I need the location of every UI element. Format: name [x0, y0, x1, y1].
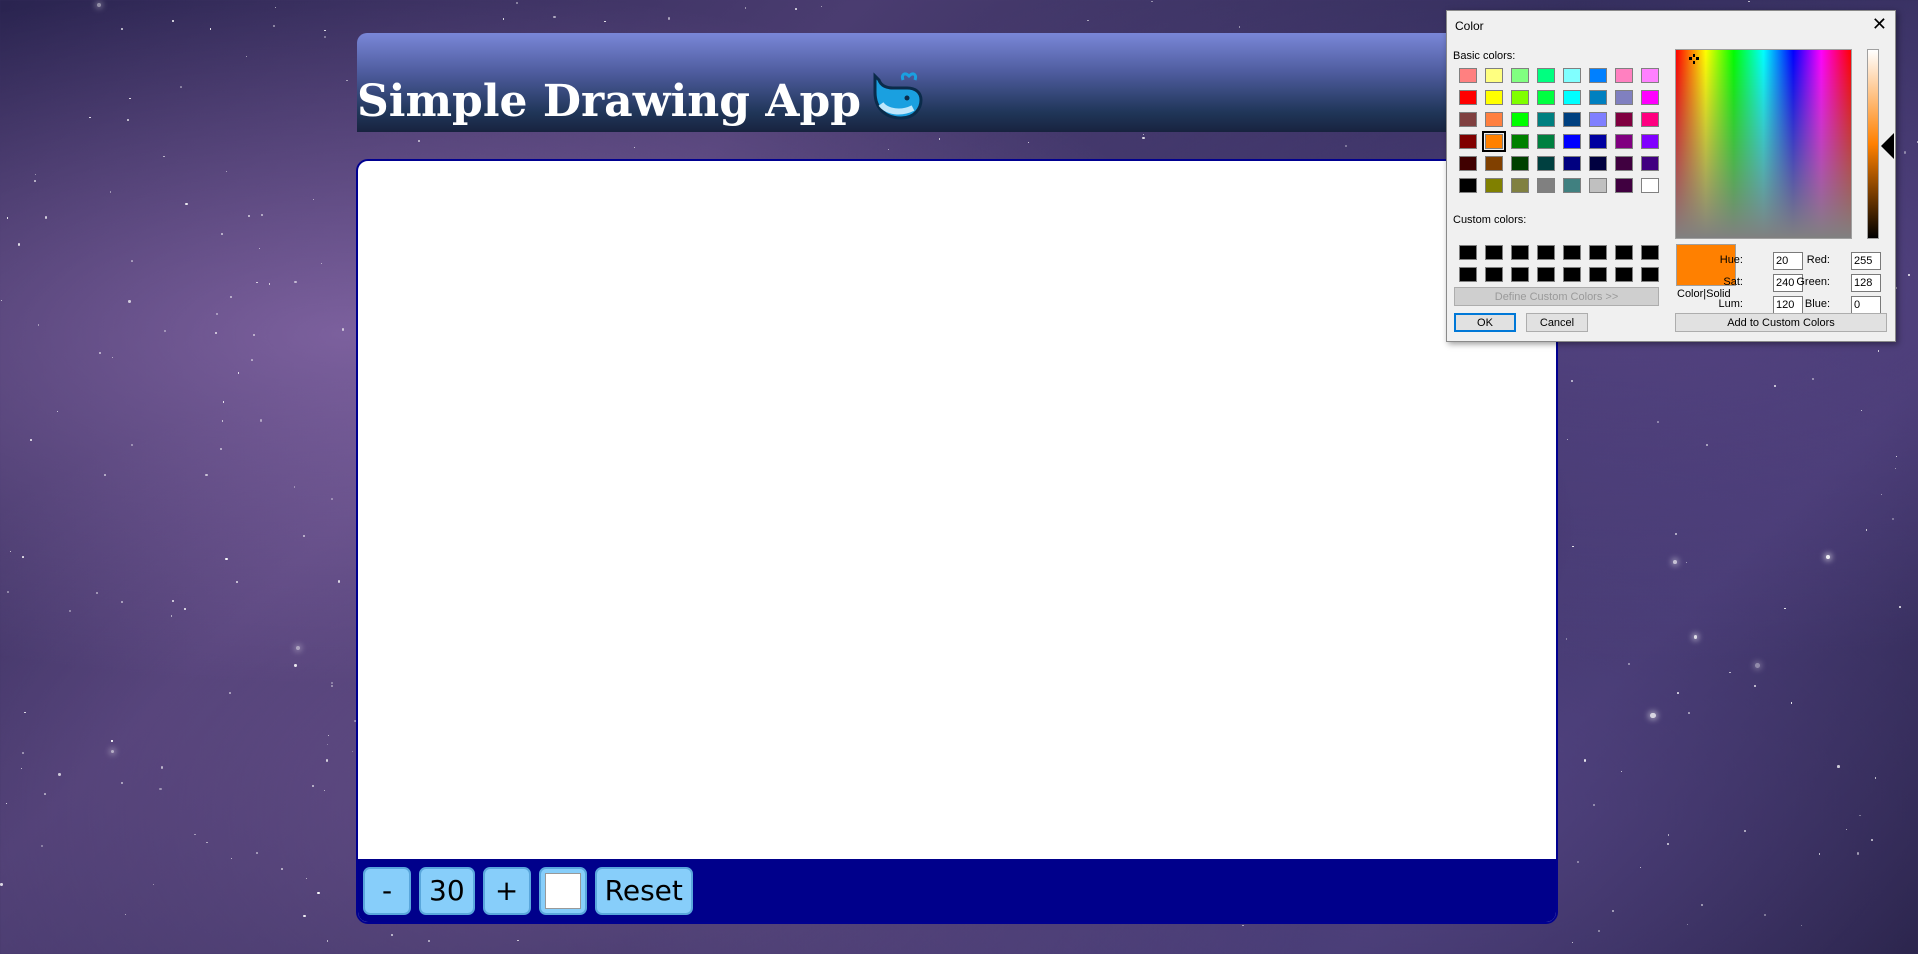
basic-color-swatch[interactable]	[1511, 112, 1529, 127]
close-icon[interactable]: ✕	[1872, 15, 1887, 33]
basic-color-swatch[interactable]	[1641, 68, 1659, 83]
basic-color-swatch[interactable]	[1641, 90, 1659, 105]
drawing-canvas[interactable]: - 30 + Reset	[356, 159, 1558, 924]
basic-color-swatch[interactable]	[1589, 156, 1607, 171]
basic-color-swatch[interactable]	[1459, 134, 1477, 149]
basic-color-swatch[interactable]	[1563, 178, 1581, 193]
color-spectrum[interactable]	[1675, 49, 1852, 239]
define-custom-colors-button: Define Custom Colors >>	[1454, 287, 1659, 306]
brush-size-display: 30	[419, 866, 475, 915]
basic-color-swatch[interactable]	[1589, 112, 1607, 127]
color-picker-button[interactable]	[538, 866, 587, 915]
crosshair-icon	[1689, 54, 1699, 64]
page-title: Simple Drawing App	[357, 70, 925, 133]
basic-color-swatch[interactable]	[1615, 112, 1633, 127]
red-field[interactable]: 255	[1851, 252, 1881, 270]
hue-label: Hue:	[1719, 254, 1743, 266]
basic-color-swatch[interactable]	[1537, 112, 1555, 127]
add-to-custom-colors-button[interactable]: Add to Custom Colors	[1675, 313, 1887, 332]
custom-color-swatch[interactable]	[1459, 245, 1477, 260]
basic-color-swatch[interactable]	[1537, 134, 1555, 149]
custom-color-swatch[interactable]	[1641, 245, 1659, 260]
custom-color-swatch[interactable]	[1537, 267, 1555, 282]
custom-color-swatch[interactable]	[1459, 267, 1477, 282]
custom-color-swatch[interactable]	[1563, 267, 1581, 282]
basic-color-swatch[interactable]	[1563, 90, 1581, 105]
lum-label: Lum:	[1718, 298, 1743, 310]
custom-color-swatch[interactable]	[1485, 245, 1503, 260]
basic-color-swatch[interactable]	[1511, 134, 1529, 149]
blue-label: Blue:	[1804, 298, 1830, 310]
basic-color-swatch[interactable]	[1459, 156, 1477, 171]
basic-color-swatch[interactable]	[1615, 156, 1633, 171]
custom-color-swatch[interactable]	[1511, 267, 1529, 282]
green-label: Green:	[1796, 276, 1830, 288]
basic-color-swatch[interactable]	[1459, 68, 1477, 83]
custom-color-swatch[interactable]	[1589, 245, 1607, 260]
basic-color-swatch[interactable]	[1641, 156, 1659, 171]
basic-color-swatch[interactable]	[1641, 112, 1659, 127]
cancel-button[interactable]: Cancel	[1526, 313, 1588, 332]
basic-color-swatch[interactable]	[1511, 68, 1529, 83]
basic-color-swatch[interactable]	[1563, 68, 1581, 83]
basic-colors-label: Basic colors:	[1453, 50, 1516, 62]
custom-colors-label: Custom colors:	[1453, 214, 1527, 226]
basic-color-swatch[interactable]	[1459, 90, 1477, 105]
basic-color-swatch[interactable]	[1563, 156, 1581, 171]
custom-color-swatch[interactable]	[1615, 267, 1633, 282]
basic-color-swatch[interactable]	[1537, 68, 1555, 83]
basic-color-swatch[interactable]	[1537, 90, 1555, 105]
luminosity-slider[interactable]	[1867, 49, 1879, 239]
basic-color-swatch[interactable]	[1615, 90, 1633, 105]
custom-color-swatch[interactable]	[1615, 245, 1633, 260]
basic-color-swatch[interactable]	[1459, 112, 1477, 127]
basic-color-swatch[interactable]	[1641, 178, 1659, 193]
basic-color-swatch[interactable]	[1589, 90, 1607, 105]
basic-color-swatch[interactable]	[1485, 112, 1503, 127]
increase-size-button[interactable]: +	[482, 866, 531, 915]
basic-color-swatch[interactable]	[1511, 156, 1529, 171]
color-dialog: Color ✕ Basic colors: Custom colors: Def…	[1446, 10, 1896, 342]
basic-color-swatch[interactable]	[1485, 68, 1503, 83]
custom-color-swatch[interactable]	[1537, 245, 1555, 260]
custom-colors-grid	[1456, 243, 1664, 287]
basic-color-swatch[interactable]	[1511, 178, 1529, 193]
basic-color-swatch[interactable]	[1589, 134, 1607, 149]
basic-color-swatch[interactable]	[1485, 178, 1503, 193]
basic-color-swatch[interactable]	[1511, 90, 1529, 105]
basic-colors-grid	[1456, 66, 1664, 198]
basic-color-swatch[interactable]	[1563, 112, 1581, 127]
blue-field[interactable]: 0	[1851, 296, 1881, 314]
basic-color-swatch[interactable]	[1485, 156, 1503, 171]
whale-icon	[867, 70, 925, 133]
toolbar: - 30 + Reset	[358, 859, 1556, 922]
basic-color-swatch[interactable]	[1641, 134, 1659, 149]
basic-color-swatch[interactable]	[1589, 68, 1607, 83]
custom-color-swatch[interactable]	[1485, 267, 1503, 282]
basic-color-swatch[interactable]	[1615, 68, 1633, 83]
basic-color-swatch[interactable]	[1459, 178, 1477, 193]
custom-color-swatch[interactable]	[1641, 267, 1659, 282]
custom-color-swatch[interactable]	[1563, 245, 1581, 260]
basic-color-swatch[interactable]	[1485, 90, 1503, 105]
green-field[interactable]: 128	[1851, 274, 1881, 292]
basic-color-swatch[interactable]	[1615, 134, 1633, 149]
basic-color-swatch[interactable]	[1563, 134, 1581, 149]
ok-button[interactable]: OK	[1454, 313, 1516, 332]
custom-color-swatch[interactable]	[1589, 267, 1607, 282]
custom-color-swatch[interactable]	[1511, 245, 1529, 260]
dialog-title: Color	[1455, 19, 1484, 33]
luminosity-arrow-icon[interactable]	[1881, 133, 1894, 159]
basic-color-swatch[interactable]	[1615, 178, 1633, 193]
red-label: Red:	[1806, 254, 1830, 266]
color-swatch	[544, 872, 581, 909]
basic-color-swatch[interactable]	[1482, 131, 1506, 152]
basic-color-swatch[interactable]	[1537, 178, 1555, 193]
sat-label: Sat:	[1723, 276, 1743, 288]
reset-button[interactable]: Reset	[594, 866, 693, 915]
decrease-size-button[interactable]: -	[363, 866, 411, 915]
basic-color-swatch[interactable]	[1537, 156, 1555, 171]
basic-color-swatch[interactable]	[1589, 178, 1607, 193]
